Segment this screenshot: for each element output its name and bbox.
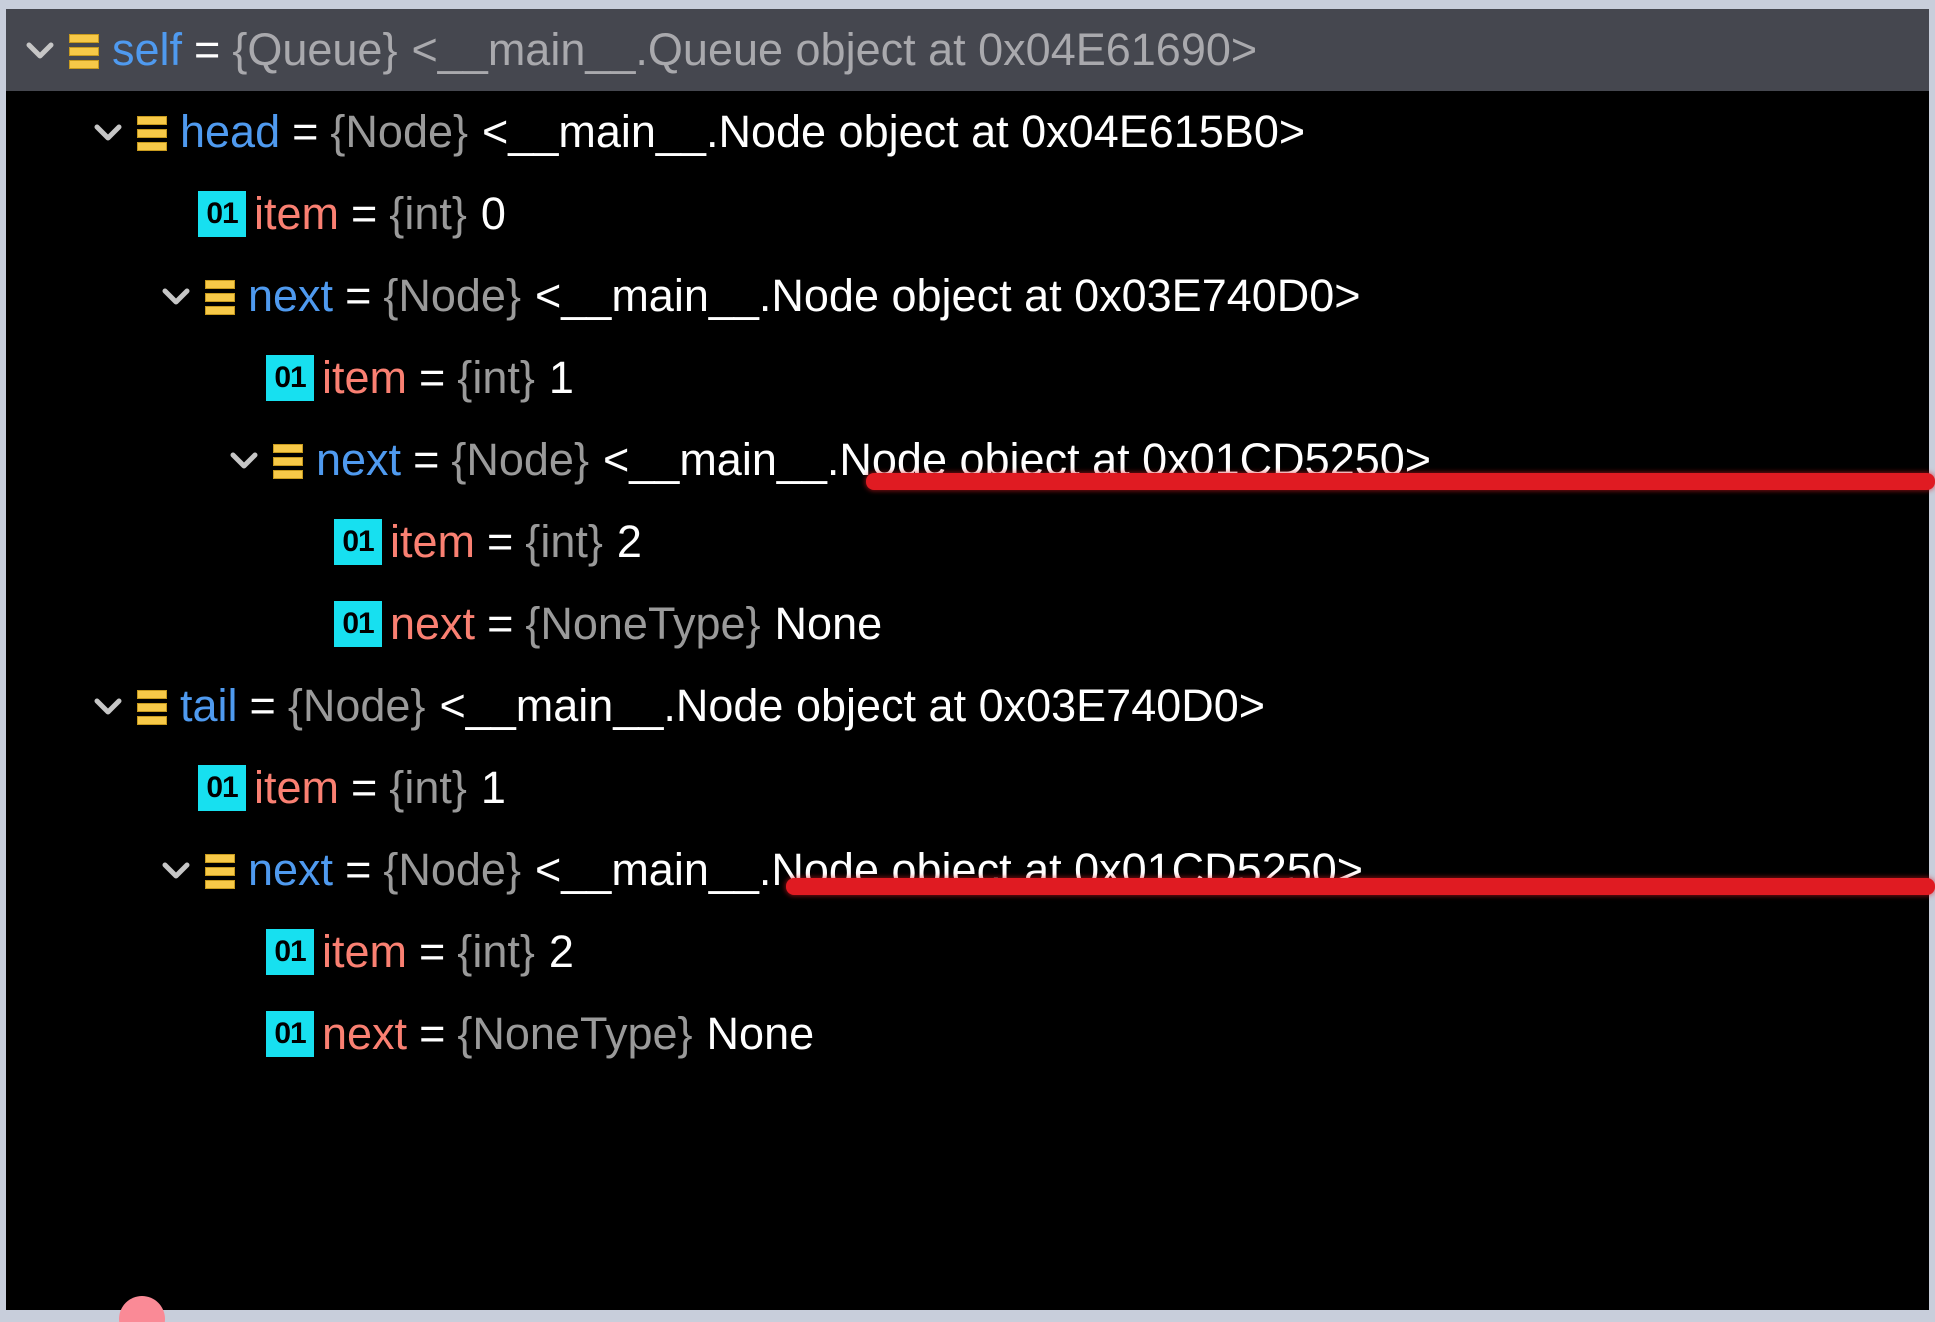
chevron-placeholder <box>222 1012 266 1056</box>
equals-sign: = <box>487 598 514 649</box>
variable-value: None <box>706 1008 815 1059</box>
variable-name: next <box>316 434 402 485</box>
variable-type: {Node} <box>383 844 521 895</box>
variable-name: self <box>112 24 183 75</box>
chevron-down-icon[interactable] <box>154 848 198 892</box>
variable-value: 0 <box>480 188 506 239</box>
variable-row[interactable]: self = {Queue} <__main__.Queue object at 0x… <box>0 9 1935 91</box>
equals-sign: = <box>345 844 372 895</box>
variable-name: next <box>322 1008 408 1059</box>
variable-name: next <box>390 598 476 649</box>
chevron-down-icon[interactable] <box>86 684 130 728</box>
variable-type: {int} <box>389 188 467 239</box>
equals-sign: = <box>487 516 514 567</box>
variable-row[interactable]: next = {Node} <__main__.Node object at 0x03… <box>0 255 1935 337</box>
variable-row[interactable]: 01 item = {int} 2 <box>0 911 1935 993</box>
variable-value: 1 <box>480 762 506 813</box>
variable-name: item <box>254 188 340 239</box>
variable-type: {Node} <box>451 434 589 485</box>
variable-type: {NoneType} <box>525 598 761 649</box>
variable-name: item <box>322 926 408 977</box>
chevron-down-icon[interactable] <box>18 28 62 72</box>
variable-value: <__main__.Queue object at 0x04E61690> <box>411 24 1258 75</box>
equals-sign: = <box>292 106 319 157</box>
chevron-placeholder <box>154 192 198 236</box>
variable-row[interactable]: 01 next = {NoneType} None <box>0 993 1935 1075</box>
variable-name: tail <box>180 680 238 731</box>
object-field-icon <box>266 438 310 482</box>
variable-type: {int} <box>525 516 603 567</box>
variable-value: <__main__.Node object at 0x03E740D0> <box>534 270 1361 321</box>
variable-name: head <box>180 106 281 157</box>
variable-type: {int} <box>389 762 467 813</box>
variable-row[interactable]: next = {Node} <__main__.Node object at 0x01… <box>0 419 1935 501</box>
variables-tree[interactable]: self = {Queue} <__main__.Queue object at 0x… <box>0 9 1935 1310</box>
variable-value: None <box>774 598 883 649</box>
variable-type: {Queue} <box>232 24 398 75</box>
equals-sign: = <box>345 270 372 321</box>
variable-row[interactable]: 01 item = {int} 1 <box>0 337 1935 419</box>
chevron-placeholder <box>222 930 266 974</box>
chevron-down-icon[interactable] <box>222 438 266 482</box>
variable-value: <__main__.Node object at 0x01CD5250> <box>602 434 1432 485</box>
variable-row[interactable]: next = {Node} <__main__.Node object at 0x01… <box>0 829 1935 911</box>
window-top-edge <box>0 0 1935 9</box>
object-field-icon <box>198 274 242 318</box>
variable-row[interactable]: 01 next = {NoneType} None <box>0 583 1935 665</box>
variable-name: item <box>390 516 476 567</box>
primitive-01-icon: 01 <box>266 929 314 975</box>
variable-row[interactable]: head = {Node} <__main__.Node object at 0x04… <box>0 91 1935 173</box>
primitive-01-icon: 01 <box>266 355 314 401</box>
variable-row[interactable]: 01 item = {int} 0 <box>0 173 1935 255</box>
object-field-icon <box>130 684 174 728</box>
variable-name: next <box>248 270 334 321</box>
variable-name: item <box>322 352 408 403</box>
variable-name: next <box>248 844 334 895</box>
primitive-01-icon: 01 <box>198 765 246 811</box>
variable-row[interactable]: tail = {Node} <__main__.Node object at 0x03… <box>0 665 1935 747</box>
equals-sign: = <box>413 434 440 485</box>
variable-value: <__main__.Node object at 0x01CD5250> <box>534 844 1364 895</box>
variable-type: {Node} <box>287 680 426 731</box>
variable-value: <__main__.Node object at 0x04E615B0> <box>482 106 1306 157</box>
equals-sign: = <box>194 24 221 75</box>
variable-value: 2 <box>616 516 642 567</box>
primitive-01-icon: 01 <box>334 601 382 647</box>
variable-row[interactable]: 01 item = {int} 2 <box>0 501 1935 583</box>
variable-type: {int} <box>457 352 535 403</box>
variable-type: {int} <box>457 926 535 977</box>
window-bottom-edge <box>0 1310 1935 1322</box>
variable-value: <__main__.Node object at 0x03E740D0> <box>439 680 1266 731</box>
object-field-icon <box>130 110 174 154</box>
variable-type: {Node} <box>330 106 469 157</box>
object-field-icon <box>198 848 242 892</box>
variable-row[interactable]: 01 item = {int} 1 <box>0 747 1935 829</box>
variable-type: {NoneType} <box>457 1008 693 1059</box>
variable-name: item <box>254 762 340 813</box>
chevron-down-icon[interactable] <box>154 274 198 318</box>
primitive-01-icon: 01 <box>334 519 382 565</box>
window-left-edge <box>0 0 6 1322</box>
chevron-placeholder <box>290 602 334 646</box>
chevron-placeholder <box>154 766 198 810</box>
equals-sign: = <box>419 352 446 403</box>
variable-type: {Node} <box>383 270 521 321</box>
primitive-01-icon: 01 <box>266 1011 314 1057</box>
chevron-down-icon[interactable] <box>86 110 130 154</box>
equals-sign: = <box>249 680 276 731</box>
equals-sign: = <box>351 762 378 813</box>
window-right-edge <box>1929 0 1935 1322</box>
equals-sign: = <box>419 1008 446 1059</box>
debugger-variables-panel: self = {Queue} <__main__.Queue object at 0x… <box>0 0 1935 1322</box>
equals-sign: = <box>351 188 378 239</box>
equals-sign: = <box>419 926 446 977</box>
chevron-placeholder <box>222 356 266 400</box>
primitive-01-icon: 01 <box>198 191 246 237</box>
variable-value: 1 <box>548 352 574 403</box>
chevron-placeholder <box>290 520 334 564</box>
variable-value: 2 <box>548 926 574 977</box>
object-field-icon <box>62 28 106 72</box>
